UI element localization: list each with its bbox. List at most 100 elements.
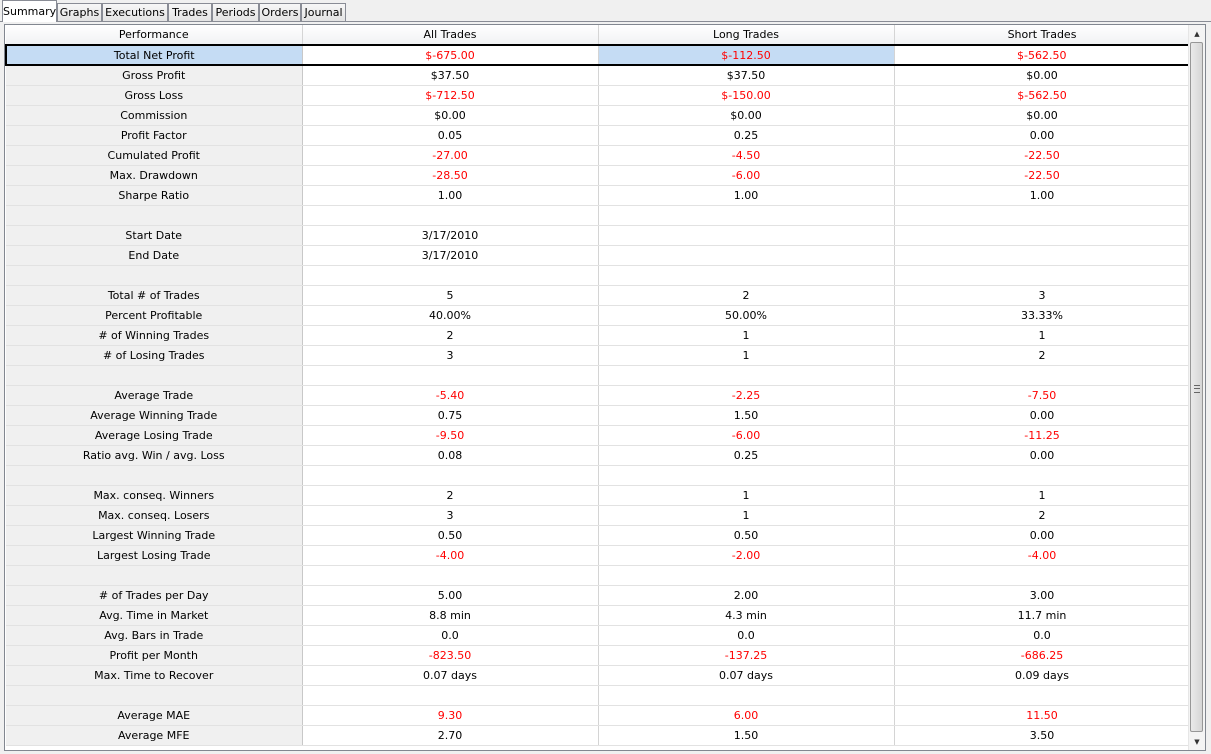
- cell-all-trades: 0.07 days: [302, 665, 599, 686]
- table-row[interactable]: Profit per Month -823.50 -137.25 -686.25: [6, 645, 1191, 666]
- table-row[interactable]: Max. Drawdown -28.50 -6.00 -22.50: [6, 165, 1191, 186]
- cell-short-trades: $-562.50: [894, 44, 1191, 66]
- column-header-short-trades[interactable]: Short Trades: [894, 25, 1191, 46]
- cell-short-trades: [894, 565, 1191, 586]
- row-label: # of Winning Trades: [6, 325, 303, 346]
- performance-table: Performance All Trades Long Trades Short…: [5, 25, 1191, 746]
- table-row[interactable]: Start Date 3/17/2010: [6, 225, 1191, 246]
- table-row[interactable]: Sharpe Ratio 1.00 1.00 1.00: [6, 185, 1191, 206]
- table-row[interactable]: Average MAE 9.30 6.00 11.50: [6, 705, 1191, 726]
- cell-short-trades: [894, 265, 1191, 286]
- cell-long-trades: [598, 565, 895, 586]
- table-row[interactable]: Ratio avg. Win / avg. Loss 0.08 0.25 0.00: [6, 445, 1191, 466]
- table-row[interactable]: Profit Factor 0.05 0.25 0.00: [6, 125, 1191, 146]
- scrollbar-thumb[interactable]: [1190, 42, 1203, 732]
- cell-long-trades: 1: [598, 485, 895, 506]
- cell-long-trades: 0.0: [598, 625, 895, 646]
- cell-long-trades: 2.00: [598, 585, 895, 606]
- table-row[interactable]: [6, 365, 1191, 386]
- table-row[interactable]: Avg. Time in Market 8.8 min 4.3 min 11.7 mi…: [6, 605, 1191, 626]
- row-label: Largest Winning Trade: [6, 525, 303, 546]
- table-row[interactable]: Max. Time to Recover 0.07 days 0.07 days 0.…: [6, 665, 1191, 686]
- row-label: Average Trade: [6, 385, 303, 406]
- row-label: Profit per Month: [6, 645, 303, 666]
- table-row[interactable]: Cumulated Profit -27.00 -4.50 -22.50: [6, 145, 1191, 166]
- cell-all-trades: $0.00: [302, 105, 599, 126]
- tab-orders[interactable]: Orders: [259, 3, 301, 21]
- vertical-scrollbar[interactable]: ▲ ▼: [1188, 25, 1205, 750]
- cell-short-trades: 3.00: [894, 585, 1191, 606]
- cell-all-trades: 8.8 min: [302, 605, 599, 626]
- cell-long-trades: 0.50: [598, 525, 895, 546]
- table-row[interactable]: Gross Profit $37.50 $37.50 $0.00: [6, 65, 1191, 86]
- row-label: Max. Time to Recover: [6, 665, 303, 686]
- table-row[interactable]: # of Trades per Day 5.00 2.00 3.00: [6, 585, 1191, 606]
- table-header-row: Performance All Trades Long Trades Short…: [6, 25, 1191, 46]
- table-row[interactable]: Commission $0.00 $0.00 $0.00: [6, 105, 1191, 126]
- table-row[interactable]: Average Trade -5.40 -2.25 -7.50: [6, 385, 1191, 406]
- cell-short-trades: [894, 205, 1191, 226]
- cell-long-trades: -137.25: [598, 645, 895, 666]
- row-label: Total Net Profit: [5, 44, 303, 66]
- cell-short-trades: [894, 245, 1191, 266]
- cell-short-trades: -686.25: [894, 645, 1191, 666]
- column-header-long-trades[interactable]: Long Trades: [598, 25, 895, 46]
- row-label: Total # of Trades: [6, 285, 303, 306]
- table-row[interactable]: Largest Winning Trade 0.50 0.50 0.00: [6, 525, 1191, 546]
- table-row[interactable]: # of Winning Trades 2 1 1: [6, 325, 1191, 346]
- row-label: Percent Profitable: [6, 305, 303, 326]
- cell-long-trades: $0.00: [598, 105, 895, 126]
- table-row[interactable]: Gross Loss $-712.50 $-150.00 $-562.50: [6, 85, 1191, 106]
- tab-executions[interactable]: Executions: [102, 3, 168, 21]
- tab-periods[interactable]: Periods: [212, 3, 259, 21]
- table-row[interactable]: Total Net Profit $-675.00 $-112.50 $-562.50: [5, 44, 1191, 66]
- table-row[interactable]: Average Losing Trade -9.50 -6.00 -11.25: [6, 425, 1191, 446]
- cell-long-trades: 1.50: [598, 405, 895, 426]
- arrow-up-icon: ▲: [1194, 29, 1200, 38]
- cell-all-trades: $-712.50: [302, 85, 599, 106]
- cell-short-trades: 3: [894, 285, 1191, 306]
- table-row[interactable]: [6, 205, 1191, 226]
- row-label: [6, 565, 303, 586]
- table-row[interactable]: Largest Losing Trade -4.00 -2.00 -4.00: [6, 545, 1191, 566]
- tab-trades[interactable]: Trades: [168, 3, 212, 21]
- scroll-up-button[interactable]: ▲: [1189, 25, 1205, 42]
- cell-long-trades: $-150.00: [598, 85, 895, 106]
- table-row[interactable]: Avg. Bars in Trade 0.0 0.0 0.0: [6, 625, 1191, 646]
- cell-all-trades: -5.40: [302, 385, 599, 406]
- cell-all-trades: -27.00: [302, 145, 599, 166]
- column-header-all-trades[interactable]: All Trades: [302, 25, 599, 46]
- cell-long-trades: [598, 685, 895, 706]
- table-row[interactable]: Max. conseq. Winners 2 1 1: [6, 485, 1191, 506]
- table-row[interactable]: [6, 565, 1191, 586]
- table-row[interactable]: Percent Profitable 40.00% 50.00% 33.33%: [6, 305, 1191, 326]
- cell-short-trades: $0.00: [894, 65, 1191, 86]
- cell-long-trades: [598, 205, 895, 226]
- tab-graphs[interactable]: Graphs: [57, 3, 102, 21]
- table-row[interactable]: Max. conseq. Losers 3 1 2: [6, 505, 1191, 526]
- table-row[interactable]: [6, 265, 1191, 286]
- table-row[interactable]: End Date 3/17/2010: [6, 245, 1191, 266]
- tab-journal[interactable]: Journal: [301, 3, 346, 21]
- column-header-performance[interactable]: Performance: [6, 25, 303, 46]
- table-row[interactable]: # of Losing Trades 3 1 2: [6, 345, 1191, 366]
- cell-all-trades: [302, 205, 599, 226]
- table-row[interactable]: [6, 685, 1191, 706]
- cell-short-trades: 0.00: [894, 445, 1191, 466]
- tab-summary[interactable]: Summary: [2, 0, 57, 22]
- table-row[interactable]: [6, 465, 1191, 486]
- cell-long-trades: 0.25: [598, 445, 895, 466]
- table-row[interactable]: Average Winning Trade 0.75 1.50 0.00: [6, 405, 1191, 426]
- table-row[interactable]: Average MFE 2.70 1.50 3.50: [6, 725, 1191, 746]
- row-label: [6, 205, 303, 226]
- cell-all-trades: 2.70: [302, 725, 599, 746]
- cell-all-trades: 5: [302, 285, 599, 306]
- cell-all-trades: -28.50: [302, 165, 599, 186]
- cell-all-trades: $-675.00: [302, 44, 599, 66]
- row-label: # of Trades per Day: [6, 585, 303, 606]
- table-row[interactable]: Total # of Trades 5 2 3: [6, 285, 1191, 306]
- row-label: [6, 685, 303, 706]
- row-label: # of Losing Trades: [6, 345, 303, 366]
- scroll-down-button[interactable]: ▼: [1189, 733, 1205, 750]
- cell-long-trades: [598, 225, 895, 246]
